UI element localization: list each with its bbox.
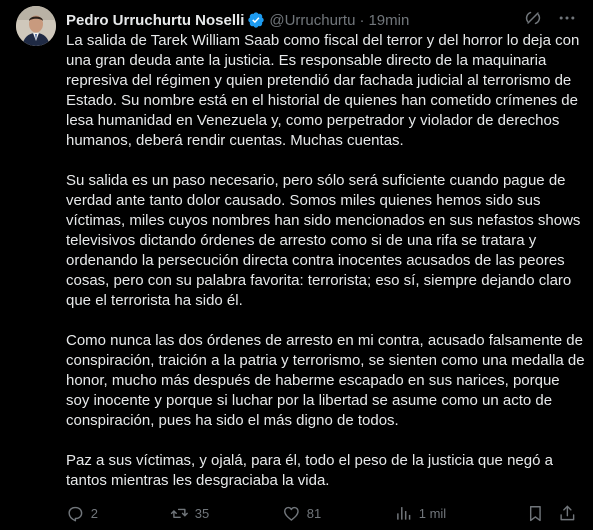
like-count: 81 (306, 505, 322, 521)
like-icon (284, 506, 299, 521)
avatar[interactable] (16, 6, 56, 46)
reply-count: 2 (90, 505, 98, 521)
repost-icon (170, 508, 188, 518)
bookmark-button[interactable] (526, 504, 545, 523)
views-icon (397, 506, 411, 520)
repost-count: 35 (194, 505, 210, 521)
reply-icon (68, 506, 83, 522)
author-handle[interactable]: @Urruchurtu (269, 12, 355, 29)
view-count: 1 mil (418, 505, 447, 521)
tweet-paragraph: Como nunca las dos órdenes de arresto en… (66, 332, 585, 429)
tweet-text: La salida de Tarek William Saab como fis… (66, 31, 586, 491)
like-button[interactable]: 81 (282, 504, 394, 523)
tweet-timestamp[interactable]: 19min (368, 12, 409, 29)
verified-badge-icon (247, 11, 265, 29)
tweet: Pedro Urruchurtu Noselli @Urruchurtu · 1… (0, 0, 593, 530)
tweet-header: Pedro Urruchurtu Noselli @Urruchurtu · 1… (66, 10, 577, 30)
tweet-paragraph: La salida de Tarek William Saab como fis… (66, 32, 580, 149)
header-actions (523, 8, 577, 28)
author-name[interactable]: Pedro Urruchurtu Noselli (66, 12, 244, 29)
more-icon[interactable] (557, 8, 577, 28)
bookmark-icon (529, 505, 541, 521)
tweet-paragraph: Su salida es un paso necesario, pero sól… (66, 172, 581, 309)
reply-button[interactable]: 2 (66, 504, 170, 523)
tweet-actions: 2 35 81 1 mil (66, 502, 585, 524)
share-icon (560, 505, 575, 520)
tweet-actions-right (526, 504, 578, 523)
tweet-paragraph: Paz a sus víctimas, y ojalá, para él, to… (66, 452, 553, 489)
header-separator: · (359, 11, 365, 29)
repost-button[interactable]: 35 (170, 504, 282, 523)
views-button[interactable]: 1 mil (394, 504, 504, 523)
grok-icon[interactable] (523, 8, 543, 28)
share-button[interactable] (558, 504, 577, 523)
